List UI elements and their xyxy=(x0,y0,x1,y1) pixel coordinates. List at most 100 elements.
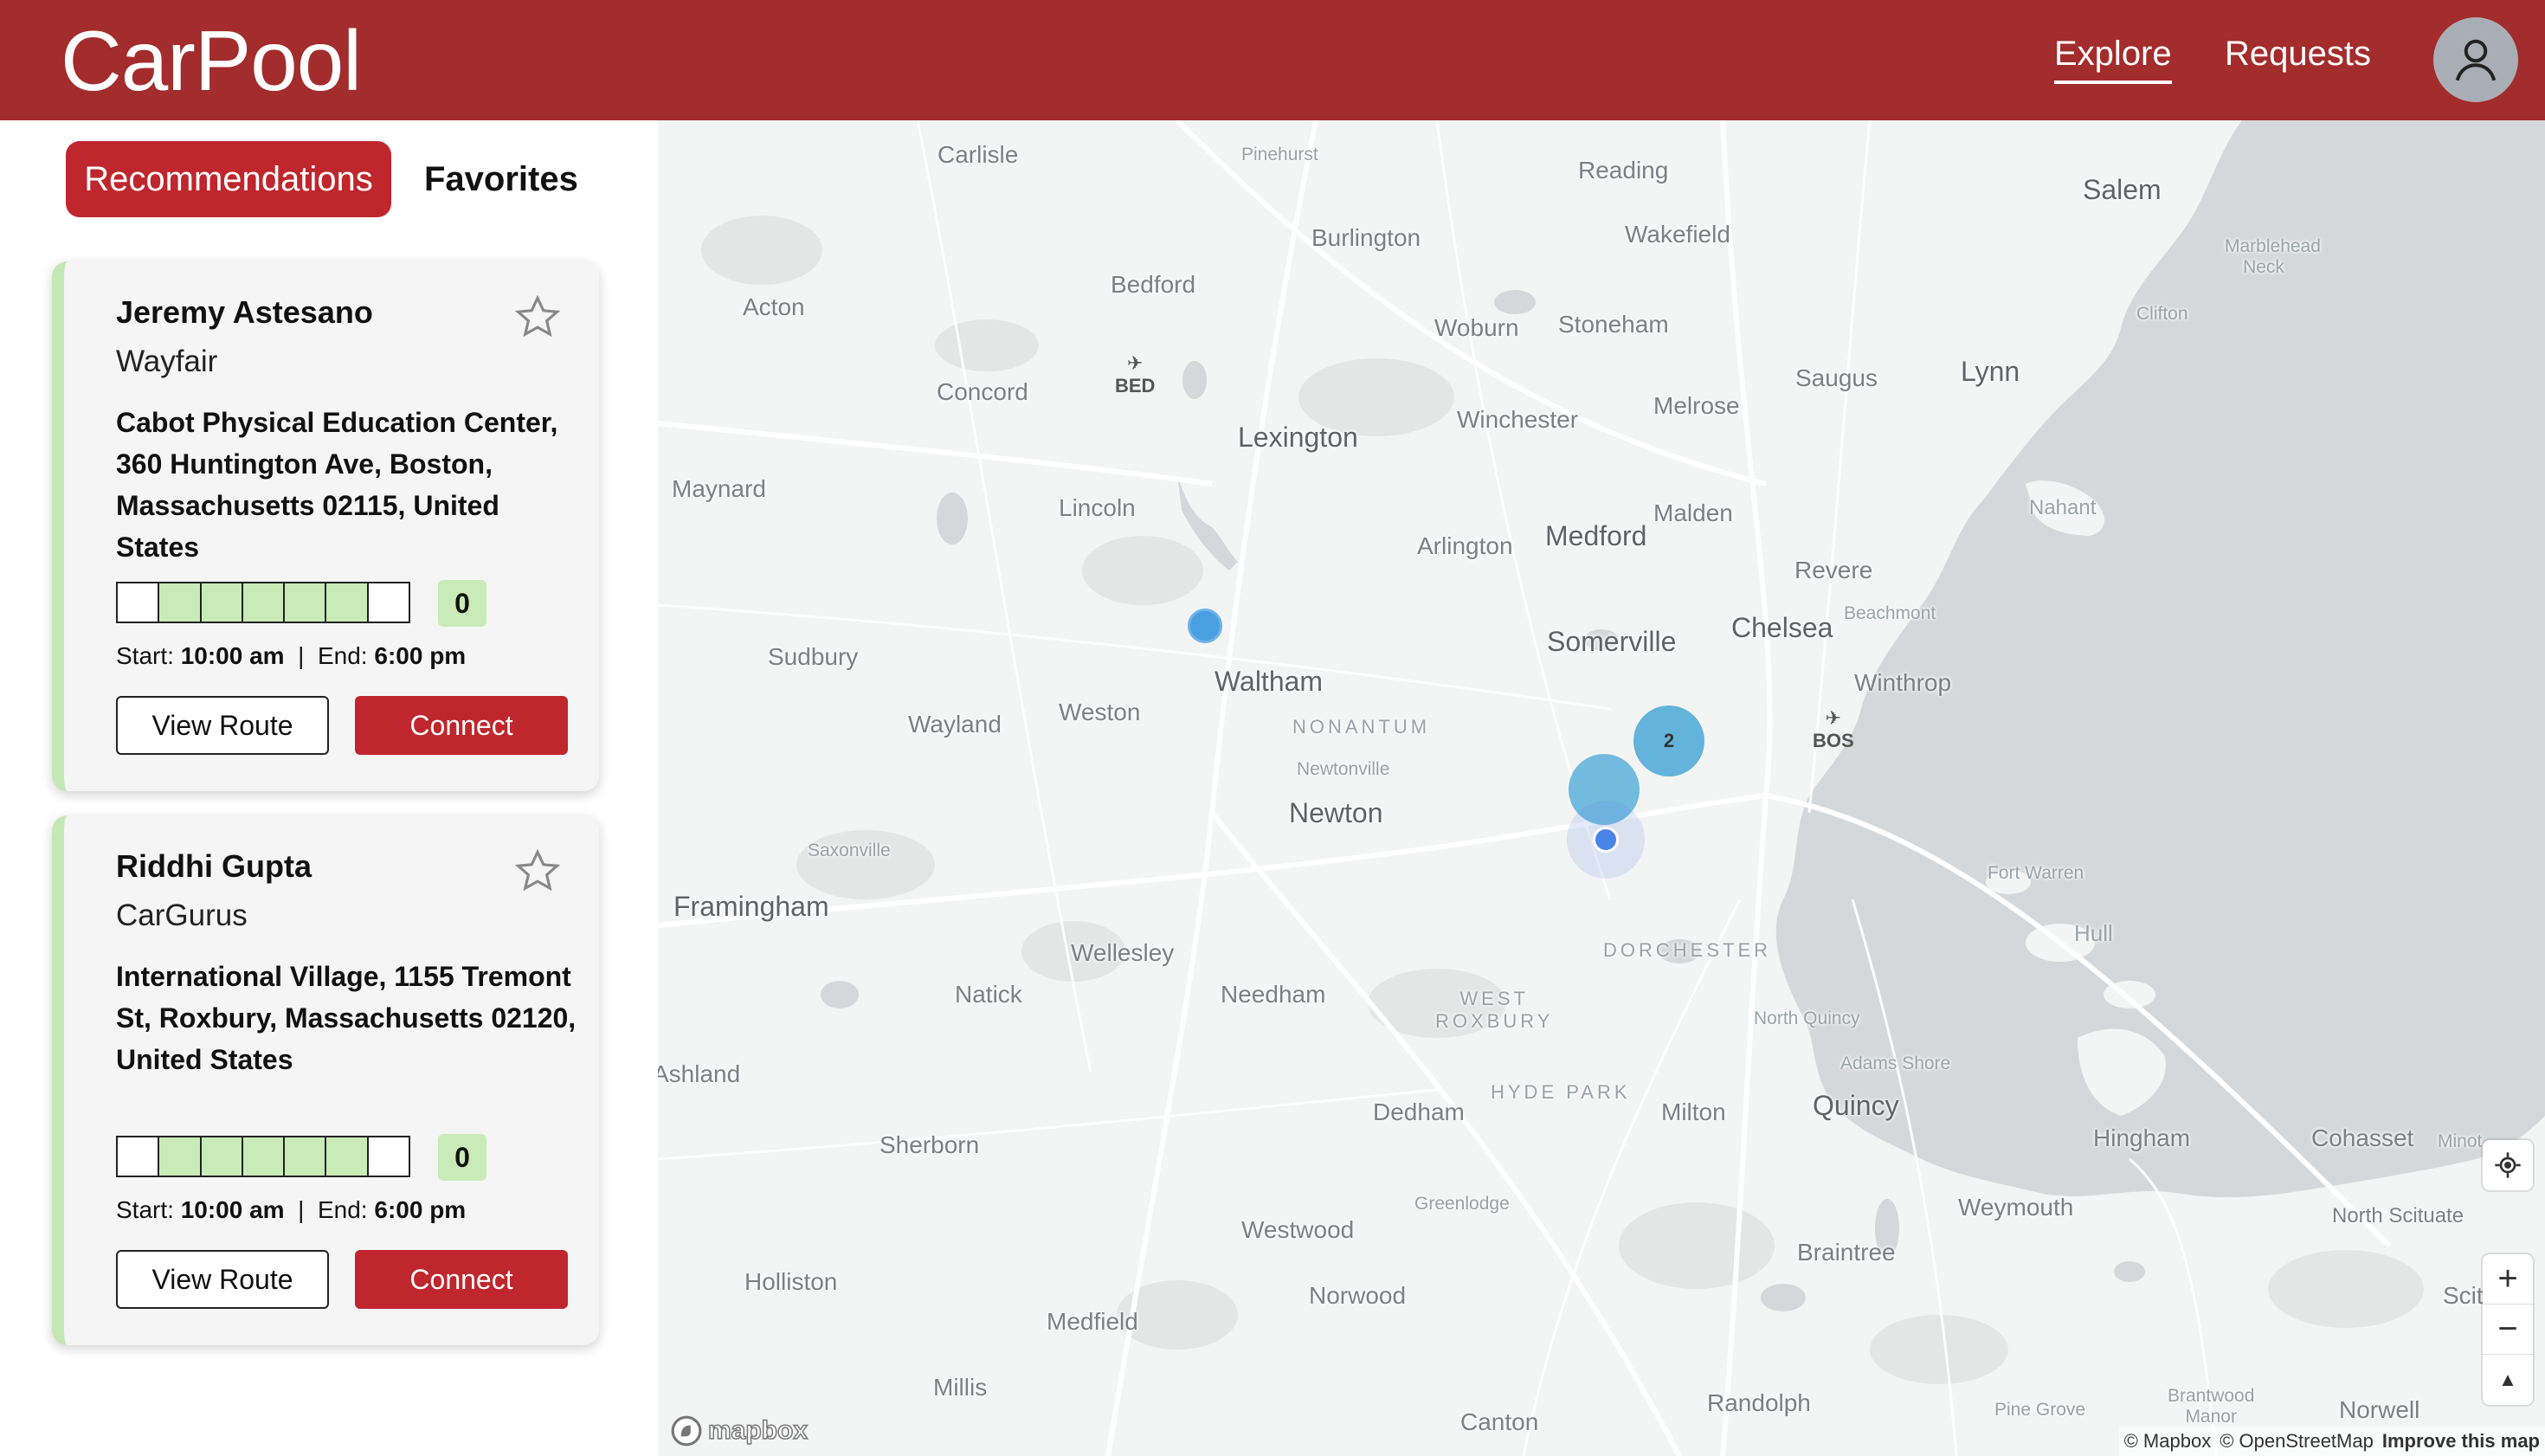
map-label: Weymouth xyxy=(1958,1194,2074,1221)
map-label: Millis xyxy=(933,1374,988,1401)
tab-favorites[interactable]: Favorites xyxy=(424,141,578,217)
seat-slot xyxy=(201,1137,243,1176)
compass-button[interactable]: ▲ xyxy=(2483,1355,2533,1405)
map-label: Malden xyxy=(1653,499,1733,526)
map-label: Wellesley xyxy=(1071,939,1175,966)
map-label: Woburn xyxy=(1434,314,1519,341)
map-label: Milton xyxy=(1661,1098,1726,1125)
driver-marker[interactable] xyxy=(1188,609,1222,643)
map-label: Framingham xyxy=(673,891,829,922)
end-label: End: xyxy=(317,1196,368,1223)
map-label: Hingham xyxy=(2093,1124,2191,1151)
connect-button[interactable]: Connect xyxy=(355,1250,568,1309)
driver-company: CarGurus xyxy=(116,899,248,932)
map-label: Dedham xyxy=(1373,1098,1465,1125)
map-label: North Quincy xyxy=(1754,1008,1860,1028)
map-label: Medfield xyxy=(1047,1308,1138,1335)
rider-count-badge: 0 xyxy=(438,1134,486,1181)
connect-button[interactable]: Connect xyxy=(355,696,568,755)
map-label: Somerville xyxy=(1547,626,1677,657)
time-separator: | xyxy=(298,642,305,669)
map-label: Carlisle xyxy=(937,141,1019,168)
geolocate-button[interactable] xyxy=(2483,1140,2533,1190)
map-label: Winchester xyxy=(1457,406,1579,433)
cluster-marker[interactable]: 2 xyxy=(1633,705,1704,776)
user-avatar-button[interactable] xyxy=(2433,17,2518,102)
favorite-star-icon[interactable] xyxy=(512,293,563,343)
map-label: Saxonville xyxy=(808,841,891,860)
rider-count-badge: 0 xyxy=(438,580,486,627)
user-location-halo xyxy=(1567,801,1645,879)
map-label: Holliston xyxy=(744,1268,838,1295)
seat-slot xyxy=(201,583,243,622)
attribution-osm[interactable]: © OpenStreetMap xyxy=(2220,1430,2374,1453)
map-label: Stoneham xyxy=(1558,311,1669,338)
map-label: Quincy xyxy=(1813,1090,1899,1121)
airport-icon: ✈ xyxy=(1127,352,1144,374)
airport-code: BED xyxy=(1115,375,1156,396)
zoom-in-button[interactable]: + xyxy=(2483,1254,2533,1305)
end-label: End: xyxy=(317,642,368,669)
map-label: North Scituate xyxy=(2332,1204,2464,1227)
map-label: Winthrop xyxy=(1854,669,1952,696)
driver-name: Riddhi Gupta xyxy=(116,848,312,884)
map-label: Clifton xyxy=(2136,304,2188,324)
mapbox-wordmark: mapbox xyxy=(707,1415,809,1446)
map-label: Hull xyxy=(2074,920,2113,946)
seat-slot xyxy=(285,583,327,622)
view-route-button[interactable]: View Route xyxy=(116,1250,329,1309)
user-location-marker xyxy=(1593,827,1619,853)
favorite-star-icon[interactable] xyxy=(512,847,563,897)
improve-map-link[interactable]: Improve this map xyxy=(2382,1430,2540,1453)
airport-bed: ✈ BED xyxy=(1115,352,1155,397)
map-label: Adams Shore xyxy=(1840,1053,1951,1073)
seat-slot xyxy=(285,1137,327,1176)
map-label: Revere xyxy=(1794,557,1873,583)
map-label: Concord xyxy=(937,378,1028,405)
schedule-times: Start: 10:00 am | End: 6:00 pm xyxy=(116,1196,466,1224)
map-canvas[interactable]: Carlisle Pinehurst Reading Salem Burling… xyxy=(658,120,2545,1456)
map-label: Norwell xyxy=(2339,1396,2420,1423)
driver-address: Cabot Physical Education Center, 360 Hun… xyxy=(116,407,558,563)
map-label: Lincoln xyxy=(1059,494,1136,521)
ocean-area xyxy=(1775,120,2545,1198)
app-header: CarPool Explore Requests xyxy=(0,0,2545,120)
driver-card: Jeremy Astesano Wayfair Cabot Physical E… xyxy=(52,261,599,791)
nav-explore[interactable]: Explore xyxy=(2054,35,2172,84)
map-label: Lexington xyxy=(1238,422,1358,453)
map-label: Greenlodge xyxy=(1414,1194,1510,1214)
brand-logo[interactable]: CarPool xyxy=(61,12,362,110)
map-label: Nahant xyxy=(2029,496,2097,519)
start-label: Start: xyxy=(116,1196,174,1223)
driver-address: International Village, 1155 Tremont St, … xyxy=(116,961,577,1075)
airport-bos: ✈ BOS xyxy=(1813,707,1854,752)
end-time: 6:00 pm xyxy=(374,1196,467,1223)
map-label: Burlington xyxy=(1311,224,1421,251)
nav-requests[interactable]: Requests xyxy=(2225,35,2371,74)
tab-recommendations[interactable]: Recommendations xyxy=(66,141,391,217)
mapbox-icon xyxy=(671,1415,702,1446)
zoom-out-button[interactable]: − xyxy=(2483,1305,2533,1355)
map-label: Medford xyxy=(1545,520,1647,551)
map-label: HYDE PARK xyxy=(1491,1081,1631,1103)
attribution-mapbox[interactable]: © Mapbox xyxy=(2124,1430,2212,1453)
start-time: 10:00 am xyxy=(180,1196,285,1223)
seat-capacity-bar xyxy=(116,1136,410,1177)
view-route-button[interactable]: View Route xyxy=(116,696,329,755)
seat-slot xyxy=(326,1137,369,1176)
driver-name: Jeremy Astesano xyxy=(116,294,373,330)
map-label: Weston xyxy=(1059,699,1141,725)
map-label: Minot xyxy=(2438,1131,2483,1151)
map-label: Sudbury xyxy=(768,643,859,670)
map-label: NONANTUM xyxy=(1292,716,1431,738)
map-label: Maynard xyxy=(672,475,766,502)
schedule-times: Start: 10:00 am | End: 6:00 pm xyxy=(116,642,466,670)
mapbox-logo[interactable]: mapbox xyxy=(670,1414,809,1447)
start-label: Start: xyxy=(116,642,174,669)
seat-slot xyxy=(368,1137,409,1176)
driver-company: Wayfair xyxy=(116,345,218,378)
zoom-controls: + − ▲ xyxy=(2483,1254,2533,1405)
map-label: Bedford xyxy=(1111,271,1196,298)
map-label: Natick xyxy=(955,981,1022,1008)
time-separator: | xyxy=(298,1196,305,1223)
